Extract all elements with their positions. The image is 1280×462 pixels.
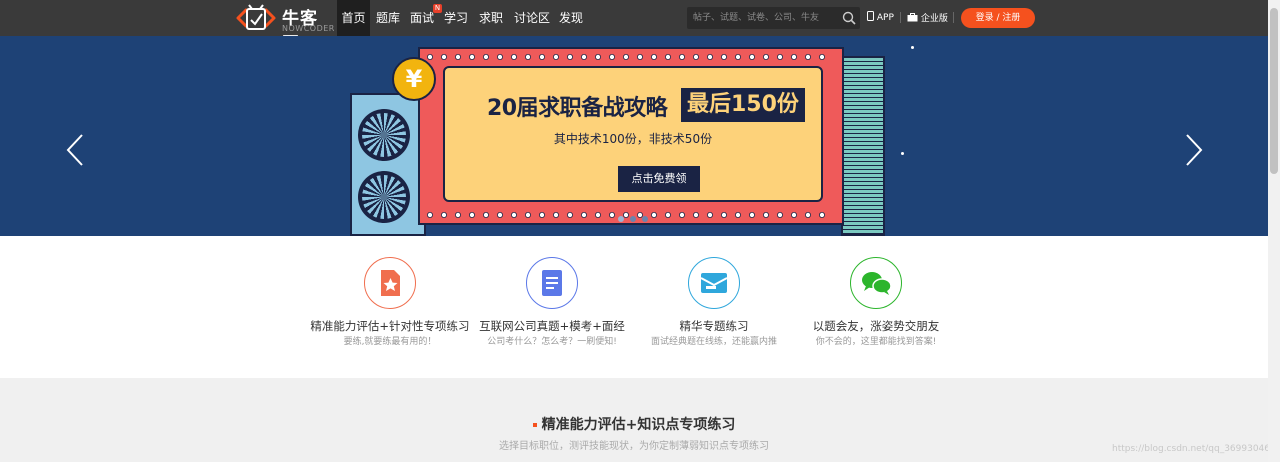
- feature-desc: 你不会的，这里都能找到答案!: [815, 337, 937, 347]
- feature-icon-ring: [526, 257, 578, 309]
- coin-symbol: ¥: [405, 65, 423, 93]
- star-dot: [911, 46, 914, 49]
- fan-illustration: [358, 109, 410, 161]
- briefcase-icon: [907, 13, 918, 22]
- login-register-button[interactable]: 登录 / 注册: [961, 8, 1035, 28]
- enterprise-link[interactable]: 企业版: [907, 11, 948, 24]
- star-document-icon: [380, 269, 400, 296]
- enterprise-link-label: 企业版: [920, 14, 948, 24]
- illustration-grille: [841, 56, 885, 236]
- section-title: 精准能力评估+知识点专项练习: [0, 414, 1268, 434]
- coin-icon: ¥: [392, 57, 436, 101]
- feature-icon-ring: [364, 257, 416, 309]
- phone-icon: [867, 11, 874, 21]
- search-icon[interactable]: [841, 10, 857, 26]
- feature-item[interactable]: 以题会友，涨姿势交朋友 你不会的，这里都能找到答案!: [776, 236, 976, 378]
- carousel-dot[interactable]: [642, 216, 648, 222]
- fan-illustration: [358, 171, 410, 223]
- nav-interview-label: 面试: [409, 11, 434, 25]
- scrollbar-thumb[interactable]: [1270, 8, 1278, 174]
- features-row: 精准能力评估+针对性专项练习 要练,就要练最有用的！ 互联网公司真题+模考+面经…: [0, 236, 1268, 378]
- nav-question-bank[interactable]: 题库: [373, 0, 403, 36]
- logo-subtext: NOWCODER: [282, 24, 335, 33]
- claim-free-button[interactable]: 点击免费领: [618, 166, 700, 192]
- divider: [953, 12, 954, 23]
- divider: [900, 12, 901, 23]
- section-subtitle: 选择目标职位，测评技能现状，为你定制薄弱知识点专项练习: [499, 441, 769, 452]
- logo-icon: [236, 4, 276, 30]
- promo-subtitle: 其中技术100份，非技术50份: [553, 132, 713, 146]
- chat-icon: [861, 271, 892, 295]
- bulb-row: [427, 54, 825, 60]
- carousel-dot[interactable]: [618, 216, 624, 222]
- logo[interactable]: 牛客网 NOWCODER: [234, 2, 335, 54]
- nav-discussion[interactable]: 讨论区: [511, 0, 553, 36]
- feature-title: 以题会友，涨姿势交朋友: [812, 319, 940, 333]
- promo-sign: 20届求职备战攻略 最后150份 其中技术100份，非技术50份 点击免费领: [418, 47, 844, 225]
- illustration-machine: [350, 93, 426, 236]
- card-icon: [700, 272, 727, 293]
- search-box: [687, 7, 860, 29]
- promo-title: 20届求职备战攻略: [487, 96, 668, 121]
- nav-home[interactable]: 首页: [337, 0, 370, 36]
- promo-tag: 最后150份: [681, 88, 805, 122]
- watermark: https://blog.csdn.net/qq_36993046: [1112, 444, 1271, 454]
- search-input[interactable]: [693, 7, 838, 29]
- app-link[interactable]: APP: [867, 11, 894, 23]
- carousel-prev-icon[interactable]: [65, 132, 85, 168]
- promo-banner[interactable]: 20届求职备战攻略 最后150份 其中技术100份，非技术50份 点击免费领 ¥: [0, 36, 1268, 236]
- document-icon: [541, 269, 562, 296]
- star-dot: [901, 152, 904, 155]
- top-nav: 牛客网 NOWCODER 首页 题库 面试 N 学习 求职 讨论区 发现 APP…: [0, 0, 1268, 54]
- nav-interview[interactable]: 面试 N: [406, 0, 442, 36]
- promo-panel: 20届求职备战攻略 最后150份 其中技术100份，非技术50份 点击免费领: [443, 66, 823, 202]
- feature-icon-ring: [688, 257, 740, 309]
- nav-learn[interactable]: 学习: [441, 0, 471, 36]
- feature-icon-ring: [850, 257, 902, 309]
- practice-section: 精准能力评估+知识点专项练习 选择目标职位，测评技能现状，为你定制薄弱知识点专项…: [0, 378, 1268, 462]
- scrollbar[interactable]: [1268, 0, 1280, 462]
- nav-discover[interactable]: 发现: [556, 0, 586, 36]
- nav-jobs[interactable]: 求职: [476, 0, 506, 36]
- carousel-next-icon[interactable]: [1184, 132, 1204, 168]
- carousel-dot[interactable]: [630, 216, 636, 222]
- app-link-label: APP: [876, 13, 894, 23]
